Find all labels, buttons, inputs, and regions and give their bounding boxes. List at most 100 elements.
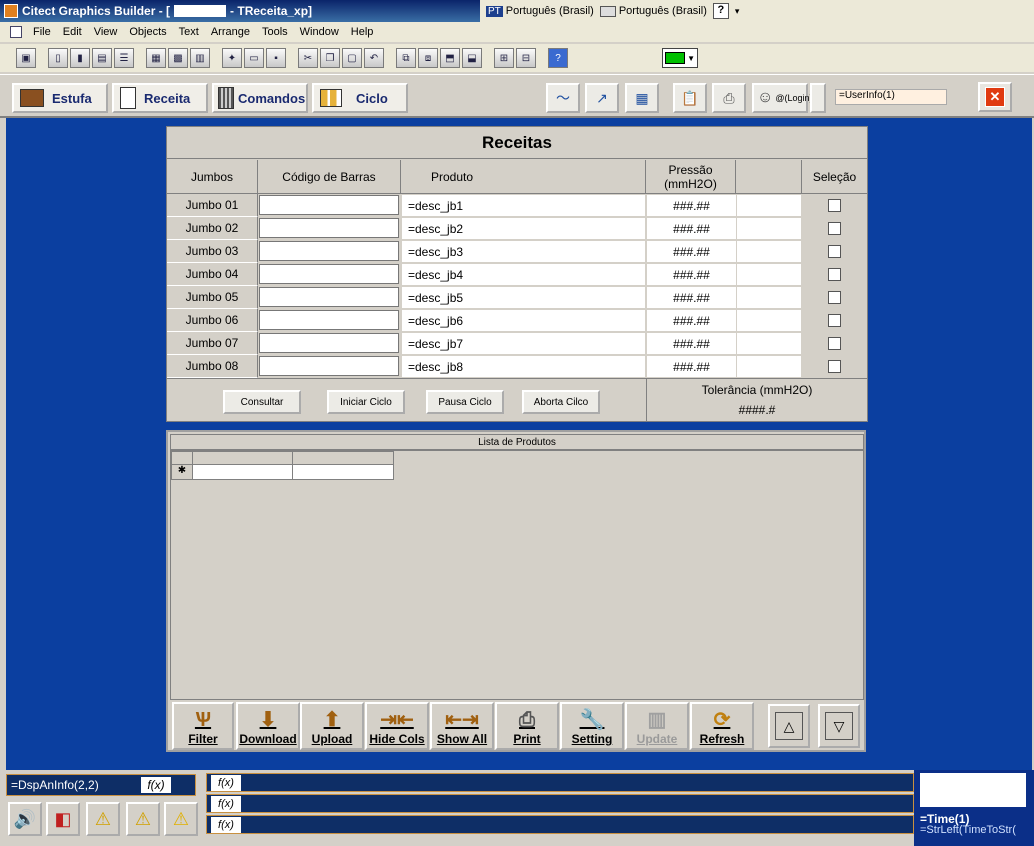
barcode-input[interactable] — [259, 241, 399, 261]
alarm-computer-icon[interactable]: ⚠ — [86, 802, 120, 836]
paste-icon[interactable]: ▢ — [342, 48, 362, 68]
help-icon[interactable]: ? — [548, 48, 568, 68]
menu-help[interactable]: Help — [350, 25, 375, 39]
selection-checkbox[interactable] — [828, 222, 841, 235]
grid-icon[interactable]: ⊟ — [516, 48, 536, 68]
hide-cols-icon: ⇥⇤ — [380, 709, 414, 731]
send-back-icon[interactable]: ⬓ — [462, 48, 482, 68]
alarm-page-icon[interactable]: ⚠ — [126, 802, 160, 836]
barcode-input[interactable] — [259, 218, 399, 238]
menu-edit[interactable]: Edit — [62, 25, 83, 39]
setting-button[interactable]: 🔧 Setting — [560, 702, 624, 750]
save-icon[interactable]: ▪ — [266, 48, 286, 68]
product-grid[interactable]: ✱ — [170, 450, 864, 700]
nav-comandos-button[interactable]: Comandos — [212, 83, 308, 113]
user-icon: ☺ — [757, 89, 774, 106]
selection-checkbox[interactable] — [828, 360, 841, 373]
scroll-up-button[interactable]: △ — [768, 704, 810, 748]
menu-window[interactable]: Window — [299, 25, 340, 39]
consultar-button[interactable]: Consultar — [223, 390, 301, 414]
barcode-input[interactable] — [259, 356, 399, 376]
speaker-icon[interactable]: 🔊 — [8, 802, 42, 836]
page-dark-icon[interactable]: ▩ — [168, 48, 188, 68]
document-icon — [10, 26, 22, 38]
iniciar-ciclo-button[interactable]: Iniciar Ciclo — [327, 390, 405, 414]
close-button[interactable]: ✕ — [978, 82, 1012, 112]
barcode-input[interactable] — [259, 310, 399, 330]
alarm-line-3[interactable]: f(x) — [206, 815, 914, 834]
input-language-1[interactable]: PT Português (Brasil) — [486, 5, 594, 17]
selection-checkbox[interactable] — [828, 291, 841, 304]
refresh-button[interactable]: ⟳ Refresh — [690, 702, 754, 750]
color-selector[interactable]: ▼ — [662, 48, 698, 68]
bring-front-icon[interactable]: ⬒ — [440, 48, 460, 68]
selection-checkbox[interactable] — [828, 337, 841, 350]
menu-view[interactable]: View — [93, 25, 119, 39]
undo-icon[interactable]: ↶ — [364, 48, 384, 68]
menu-arrange[interactable]: Arrange — [210, 25, 251, 39]
align-icon[interactable]: ⊞ — [494, 48, 514, 68]
upload-button[interactable]: ⬆ Upload — [300, 702, 364, 750]
hide-cols-button[interactable]: ⇥⇤ Hide Cols — [365, 702, 429, 750]
menu-objects[interactable]: Objects — [128, 25, 167, 39]
download-button[interactable]: ⬇ Download — [236, 702, 300, 750]
nav-estufa-button[interactable]: Estufa — [12, 83, 108, 113]
barcode-input[interactable] — [259, 287, 399, 307]
table-icon[interactable]: ▦ — [625, 83, 659, 113]
cut-icon[interactable]: ✂ — [298, 48, 318, 68]
grid-column-header[interactable] — [292, 451, 394, 465]
alarm-line-2[interactable]: f(x) — [206, 794, 914, 813]
window-icon[interactable]: ▣ — [16, 48, 36, 68]
trend-icon[interactable]: 〜 — [546, 83, 580, 113]
keyboard-layout[interactable]: Português (Brasil) — [599, 5, 707, 17]
row-label: Jumbo 05 — [167, 286, 258, 309]
users-icon[interactable]: ☺ @(Login) — [752, 83, 813, 113]
barcode-input[interactable] — [259, 195, 399, 215]
grid-cell[interactable] — [292, 464, 394, 480]
barcode-input[interactable] — [259, 264, 399, 284]
chart-icon[interactable]: ↗ — [585, 83, 619, 113]
scroll-down-button[interactable]: ▽ — [818, 704, 860, 748]
ungroup-icon[interactable]: ⧈ — [418, 48, 438, 68]
barcode-input[interactable] — [259, 333, 399, 353]
printer-icon[interactable]: ⎙ — [712, 83, 746, 113]
alarm-line-1[interactable]: f(x) — [206, 773, 914, 792]
login-toggle-button[interactable] — [810, 83, 826, 113]
list-icon[interactable]: ☰ — [114, 48, 134, 68]
nav-receita-button[interactable]: Receita — [112, 83, 208, 113]
grid-column-header[interactable] — [192, 451, 293, 465]
properties-icon[interactable]: ▤ — [92, 48, 112, 68]
alarm-summary-icon[interactable]: ◧ — [46, 802, 80, 836]
langbar-options-icon[interactable]: ▾ — [735, 6, 740, 17]
show-all-button[interactable]: ⇤⇥ Show All — [430, 702, 494, 750]
selection-checkbox[interactable] — [828, 268, 841, 281]
commands-icon — [218, 87, 234, 109]
print-label: Print — [513, 732, 541, 746]
open-folder-icon[interactable]: ▭ — [244, 48, 264, 68]
pressao-field: ###.## — [647, 218, 736, 239]
new-file-icon[interactable]: ✦ — [222, 48, 242, 68]
menu-text[interactable]: Text — [178, 25, 200, 39]
group-icon[interactable]: ⧉ — [396, 48, 416, 68]
filter-button[interactable]: Ѱ Filter — [172, 702, 234, 750]
menu-file[interactable]: File — [32, 25, 52, 39]
selection-checkbox[interactable] — [828, 199, 841, 212]
library-icon[interactable]: ▮ — [70, 48, 90, 68]
menu-tools[interactable]: Tools — [261, 25, 289, 39]
selection-checkbox[interactable] — [828, 314, 841, 327]
grid-cell[interactable] — [192, 464, 293, 480]
pausa-ciclo-button[interactable]: Pausa Ciclo — [426, 390, 504, 414]
clipboard-icon[interactable]: 📋 — [673, 83, 707, 113]
selection-checkbox[interactable] — [828, 245, 841, 258]
pressao-field: ###.## — [647, 356, 736, 377]
copy-icon[interactable]: ❐ — [320, 48, 340, 68]
pages-icon[interactable]: ▥ — [190, 48, 210, 68]
page-icon[interactable]: ▦ — [146, 48, 166, 68]
help-icon[interactable]: ? — [712, 3, 729, 19]
warning-icon[interactable]: ⚠ — [164, 802, 198, 836]
nav-ciclo-button[interactable]: Ciclo — [312, 83, 408, 113]
print-button[interactable]: ⎙ Print — [495, 702, 559, 750]
aborta-ciclo-button[interactable]: Aborta Cilco — [522, 390, 600, 414]
triangle-down-icon: ▽ — [825, 712, 853, 740]
new-icon[interactable]: ▯ — [48, 48, 68, 68]
